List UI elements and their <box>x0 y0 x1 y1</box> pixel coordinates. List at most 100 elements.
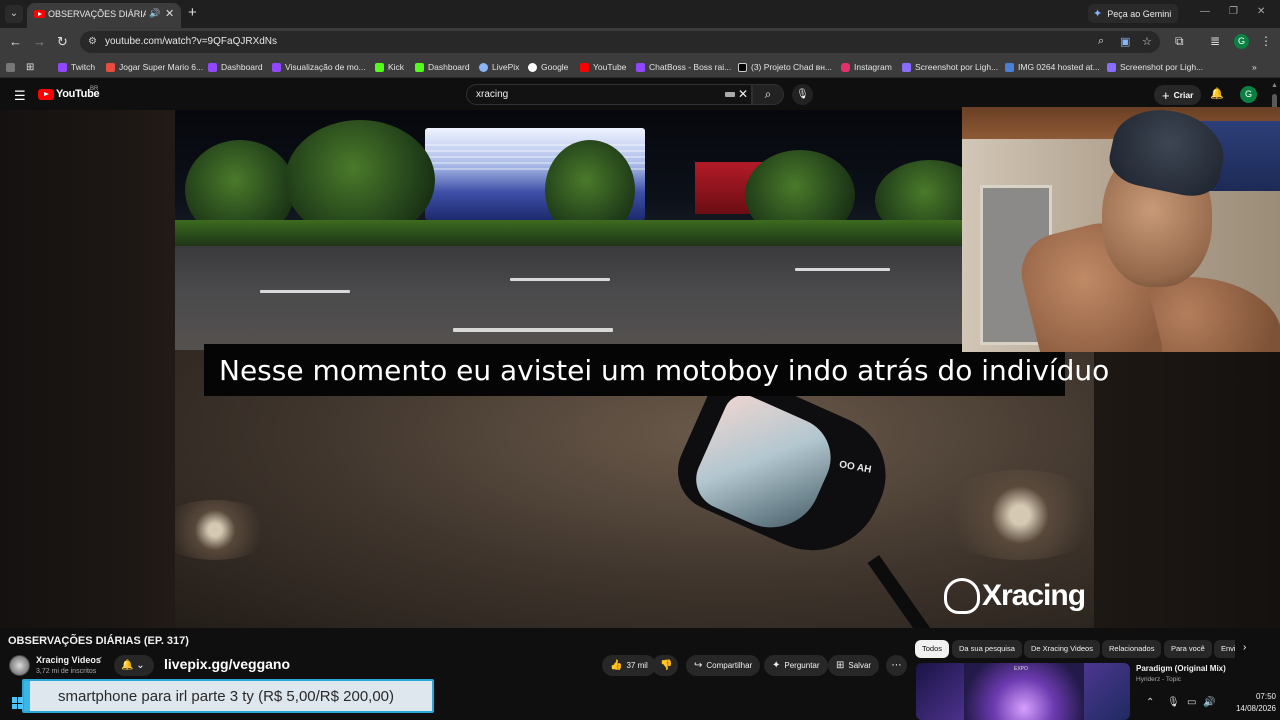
bookmark-item[interactable]: Jogar Super Mario 6... <box>106 60 203 74</box>
bookmark-item[interactable]: IMG 0264 hosted at... <box>1005 60 1100 74</box>
video-title: OBSERVAÇÕES DIÁRIAS (EP. 317) <box>8 635 189 647</box>
youtube-logo-icon[interactable] <box>38 89 54 100</box>
cast-icon[interactable]: ▣ <box>1120 35 1130 48</box>
tray-overflow-icon[interactable]: ⌃ <box>1146 697 1154 708</box>
chip-all[interactable]: Todos <box>915 640 950 658</box>
bookmark-item[interactable]: Dashboard <box>208 60 263 74</box>
video-lane-marking <box>453 328 613 332</box>
subscription-bell-button[interactable]: 🔔 ⌄ <box>114 655 154 676</box>
bookmark-item[interactable]: Dashboard <box>415 60 470 74</box>
ask-button[interactable]: ✦ Perguntar <box>764 655 828 676</box>
tab-search-button[interactable]: ⌄ <box>5 5 23 23</box>
reload-icon[interactable]: ↻ <box>57 34 68 50</box>
site-info-icon[interactable]: ⚙ <box>88 36 97 47</box>
bookmark-item[interactable]: Visualização de mo... <box>272 60 366 74</box>
chip-from-channel[interactable]: De Xracing Videos <box>1024 640 1100 658</box>
channel-name[interactable]: Xracing Videos <box>36 655 101 665</box>
bookmark-icon: ⊞ <box>836 660 845 671</box>
chip-uploaded[interactable]: Enviados <box>1214 640 1235 658</box>
windows-start-icon[interactable] <box>12 697 24 709</box>
bookmark-item[interactable]: (3) Projeto Chad вн... <box>738 60 832 74</box>
bookmark-item[interactable]: Twitch <box>58 60 95 74</box>
twitch-icon <box>58 62 67 72</box>
subtitle-text: Nesse momento eu avistei um motoboy indo… <box>219 354 1110 387</box>
notifications-bell-icon[interactable]: 🔔 <box>1210 87 1224 100</box>
address-bar[interactable]: ⚙ youtube.com/watch?v=9QFaQJRXdNs ⌕ ▣ ☆ <box>80 31 1160 53</box>
microphone-tray-icon[interactable]: 🎙 <box>1167 697 1180 708</box>
bookmark-item[interactable]: Kick <box>375 60 404 74</box>
apps-grid-icon[interactable]: ⊞ <box>26 60 34 74</box>
extensions-icon[interactable]: ⧉ <box>1175 34 1184 49</box>
forward-arrow-icon[interactable]: → <box>33 34 46 49</box>
voice-search-button[interactable]: 🎙 <box>792 84 813 105</box>
account-avatar[interactable]: G <box>1240 86 1257 103</box>
hamburger-menu-icon[interactable]: ☰ <box>14 88 26 104</box>
bookmark-item[interactable]: YouTube <box>580 60 626 74</box>
country-code: BR <box>90 86 99 92</box>
related-video-thumbnail[interactable]: EXPO <box>916 663 1130 720</box>
window-close-icon[interactable]: ✕ <box>1257 6 1265 17</box>
bookmark-item[interactable]: ChatBoss - Boss rai... <box>636 60 731 74</box>
bookmarks-square-icon[interactable] <box>6 60 15 74</box>
clear-search-icon[interactable]: ✕ <box>738 87 748 101</box>
clock-date[interactable]: 14/08/2026 <box>1226 704 1276 713</box>
gemini-sparkle-icon: ✦ <box>1093 8 1103 20</box>
browser-menu-icon[interactable]: ⋮ <box>1260 34 1272 48</box>
verified-check-icon: ✔ <box>96 655 103 664</box>
share-label: Compartilhar <box>706 661 753 670</box>
related-video-title[interactable]: Paradigm (Original Mix) <box>1136 664 1226 673</box>
bookmark-item[interactable]: Screenshot por Ligh... <box>902 60 998 74</box>
related-filter-chips: Todos Da sua pesquisa De Xracing Videos … <box>915 640 1235 660</box>
keyboard-icon[interactable] <box>725 92 735 97</box>
url-text[interactable]: youtube.com/watch?v=9QFaQJRXdNs <box>105 36 277 47</box>
bookmark-item[interactable]: Google <box>528 60 568 74</box>
search-box[interactable]: xracing ✕ <box>466 84 752 105</box>
network-icon[interactable]: ▭ <box>1187 697 1196 708</box>
bookmark-item[interactable]: LivePix <box>479 60 519 74</box>
search-button[interactable]: ⌕ <box>752 84 784 105</box>
thumbnail-label: EXPO <box>1014 666 1028 672</box>
clock-time[interactable]: 07:50 <box>1236 692 1276 701</box>
gemini-button[interactable]: ✦ Peça ao Gemini <box>1088 4 1179 23</box>
chevron-right-icon[interactable]: › <box>1243 642 1246 653</box>
xracing-watermark-text: Xracing <box>982 579 1086 612</box>
chip-from-search[interactable]: Da sua pesquisa <box>952 640 1022 658</box>
restore-icon[interactable]: ❐ <box>1229 6 1238 17</box>
bookmarks-overflow-icon[interactable]: » <box>1252 60 1257 74</box>
bookmark-item[interactable]: Screenshot por Ligh... <box>1107 60 1203 74</box>
new-tab-button[interactable]: + <box>188 4 197 21</box>
channel-avatar[interactable] <box>9 655 30 676</box>
more-actions-icon[interactable]: ⋯ <box>886 655 907 676</box>
browser-profile-avatar[interactable]: G <box>1234 34 1249 49</box>
speaker-icon[interactable]: 🔊 <box>149 8 160 19</box>
create-button[interactable]: + Criar <box>1154 85 1202 105</box>
microphone-icon: 🎙 <box>796 89 809 100</box>
instagram-icon <box>841 62 850 72</box>
close-tab-icon[interactable]: ✕ <box>165 7 174 20</box>
volume-icon[interactable]: 🔊 <box>1203 697 1215 708</box>
browser-tab-bar: ⌄ OBSERVAÇÕES DIÁRIAS (EP. 317) 🔊 ✕ + ✦ … <box>0 0 1280 28</box>
search-input[interactable]: xracing <box>476 89 508 100</box>
browser-toolbar: ← → ↻ ⚙ youtube.com/watch?v=9QFaQJRXdNs … <box>0 28 1280 56</box>
thumbs-down-icon: 👎 <box>660 660 673 671</box>
dislike-button[interactable]: 👎 <box>652 655 678 676</box>
donation-goal-text: smartphone para irl parte 3 ty (R$ 5,00/… <box>58 688 395 705</box>
chip-for-you[interactable]: Para você <box>1164 640 1212 658</box>
x-icon <box>738 62 747 72</box>
browser-tab-active[interactable]: OBSERVAÇÕES DIÁRIAS (EP. 317) 🔊 ✕ <box>27 3 181 28</box>
minimize-icon[interactable]: — <box>1200 6 1210 17</box>
bookmark-item[interactable]: Instagram <box>841 60 892 74</box>
livepix-overlay-text: livepix.gg/veggano <box>164 656 291 672</box>
chip-related[interactable]: Relacionados <box>1102 640 1162 658</box>
back-arrow-icon[interactable]: ← <box>9 34 22 49</box>
reading-list-icon[interactable]: ≣ <box>1210 34 1220 48</box>
related-video-channel[interactable]: Hyriderz - Topic <box>1136 676 1181 683</box>
video-road <box>175 246 1094 356</box>
save-button[interactable]: ⊞ Salvar <box>828 655 880 676</box>
twitch-icon <box>272 62 281 72</box>
like-button[interactable]: 👍 37 mil <box>602 655 656 676</box>
scroll-up-arrow-icon[interactable]: ▲ <box>1271 82 1278 89</box>
bookmark-star-icon[interactable]: ☆ <box>1142 35 1152 48</box>
share-button[interactable]: ↪ Compartilhar <box>686 655 761 676</box>
zoom-icon[interactable]: ⌕ <box>1098 35 1104 48</box>
